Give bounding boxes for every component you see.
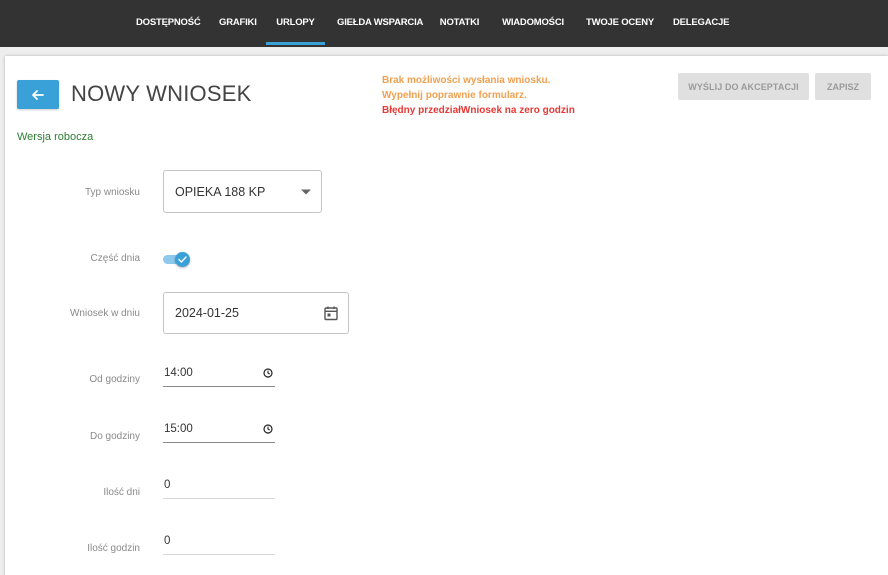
save-button[interactable]: ZAPISZ: [815, 73, 871, 100]
hours-count-input[interactable]: 0: [163, 528, 275, 555]
clock-icon[interactable]: [263, 368, 273, 378]
request-type-value: OPIEKA 188 KP: [175, 184, 266, 199]
hours-count-value: 0: [164, 535, 171, 547]
nav-item-gielda-wsparcia[interactable]: GIEŁDA WSPARCIA: [337, 0, 423, 47]
caret-down-icon: [301, 189, 311, 194]
time-to-label: Do godziny: [89, 431, 140, 442]
request-type-label: Typ wniosku: [84, 187, 140, 198]
request-type-select[interactable]: OPIEKA 188 KP: [163, 170, 322, 213]
request-date-label: Wniosek w dniu: [69, 308, 140, 319]
time-from-label: Od godziny: [89, 374, 140, 385]
part-day-label: Część dnia: [90, 253, 140, 264]
nav-item-urlopy[interactable]: URLOPY: [266, 0, 325, 47]
nav-item-dostepnosc[interactable]: DOSTĘPNOŚĆ: [136, 0, 201, 47]
warning-message-send: Brak możliwości wysłania wniosku.: [382, 75, 551, 86]
warning-message-fill: Wypełnij poprawnie formularz.: [382, 90, 527, 101]
part-day-toggle[interactable]: [163, 252, 191, 267]
time-from-input[interactable]: 14:00: [163, 360, 275, 387]
days-count-value: 0: [164, 479, 171, 491]
time-to-value: 15:00: [164, 423, 193, 435]
clock-icon[interactable]: [263, 424, 273, 434]
calendar-icon[interactable]: [324, 306, 338, 321]
nav-item-delegacje[interactable]: DELEGACJE: [673, 0, 729, 47]
nav-item-grafiki[interactable]: GRAFIKI: [219, 0, 257, 47]
nav-item-notatki[interactable]: NOTATKI: [439, 0, 480, 47]
days-count-input[interactable]: 0: [163, 472, 275, 499]
time-from-value: 14:00: [164, 367, 193, 379]
back-button[interactable]: [17, 80, 59, 109]
request-date-value: 2024-01-25: [175, 306, 239, 320]
time-to-input[interactable]: 15:00: [163, 416, 275, 443]
validation-messages: Brak możliwości wysłania wniosku. Wypełn…: [382, 73, 575, 118]
nav-item-wiadomosci[interactable]: WIADOMOŚCI: [501, 0, 565, 47]
nav-item-twoje-oceny[interactable]: TWOJE OCENY: [586, 0, 654, 47]
error-message-range: Błędny przedziałWniosek na zero godzin: [382, 105, 575, 116]
top-navigation: DOSTĘPNOŚĆ GRAFIKI URLOPY GIEŁDA WSPARCI…: [0, 0, 888, 47]
arrow-left-icon: [32, 89, 44, 100]
hours-count-label: Ilość godzin: [87, 543, 140, 554]
draft-status: Wersja robocza: [17, 131, 94, 143]
page-title: NOWY WNIOSEK: [71, 81, 252, 106]
request-date-input[interactable]: 2024-01-25: [163, 292, 349, 334]
send-for-approval-button[interactable]: WYŚLIJ DO AKCEPTACJI: [678, 73, 809, 100]
request-form-card: NOWY WNIOSEK Wersja robocza Brak możliwo…: [5, 56, 888, 575]
check-icon: [178, 256, 187, 263]
days-count-label: Ilość dni: [103, 487, 140, 498]
toggle-thumb: [175, 252, 190, 267]
